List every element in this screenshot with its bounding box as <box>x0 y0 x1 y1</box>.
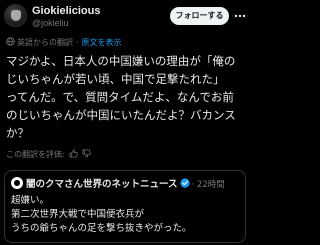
more-icon[interactable] <box>234 11 246 21</box>
quote-line: うちの爺ちゃんの足を撃ち抜きやがった。 <box>11 223 192 234</box>
display-name[interactable]: Giokielicious <box>32 5 100 17</box>
follow-button[interactable]: フォローする <box>170 7 229 25</box>
quote-line: 超嫌い。 <box>11 195 50 206</box>
tweet-line: ってんだ。で、質問タイムだよ、なんでお前 <box>6 90 234 104</box>
quoted-tweet[interactable]: 闇のクマさん世界のネットニュース · 22時間 超嫌い。 第二次世界大戦で中国便… <box>4 170 246 243</box>
thumbs-down-icon[interactable] <box>82 149 91 158</box>
quote-line: 第二次世界大戦で中国便衣兵が <box>11 209 145 220</box>
verified-icon <box>179 178 190 188</box>
quote-author-name: 闇のクマさん世界のネットニュース <box>26 179 178 190</box>
avatar[interactable] <box>4 4 27 27</box>
rate-translation-label: この翻訳を評価: <box>6 150 65 159</box>
avatar-image <box>11 10 21 21</box>
rate-translation: この翻訳を評価: <box>6 149 91 161</box>
tweet-text: マジかよ、日本人の中国嫌いの理由が「俺の じいちゃんが若い頃、中国で足撃たれた」… <box>6 52 248 142</box>
tweet-line: のじいちゃんが中国にいたんだよ？バカンス <box>6 108 236 122</box>
tweet-line: か？ <box>6 126 29 140</box>
quote-header: 闇のクマさん世界のネットニュース · 22時間 <box>11 177 225 191</box>
thumbs-up-icon[interactable] <box>69 149 78 158</box>
tweet-line: じいちゃんが若い頃、中国で足撃たれた」 <box>6 72 225 86</box>
tweet-line: マジかよ、日本人の中国嫌いの理由が「俺の <box>6 54 236 68</box>
globe-icon <box>6 37 15 46</box>
translated-from-label: 英語からの翻訳 <box>17 38 73 47</box>
quote-text: 超嫌い。 第二次世界大戦で中国便衣兵が うちの爺ちゃんの足を撃ち抜きやがった。 <box>11 194 241 236</box>
quote-avatar <box>11 177 23 189</box>
separator: · <box>76 38 79 47</box>
quote-timestamp: · 22時間 <box>191 180 225 190</box>
tweet-header: Giokielicious @jokieliu フォローする <box>4 2 246 30</box>
show-original-link[interactable]: 原文を表示 <box>82 38 122 47</box>
username[interactable]: @jokieliu <box>32 17 100 29</box>
translation-bar: 英語からの翻訳 · 原文を表示 <box>6 37 122 49</box>
author-block: Giokielicious @jokieliu <box>32 5 100 29</box>
